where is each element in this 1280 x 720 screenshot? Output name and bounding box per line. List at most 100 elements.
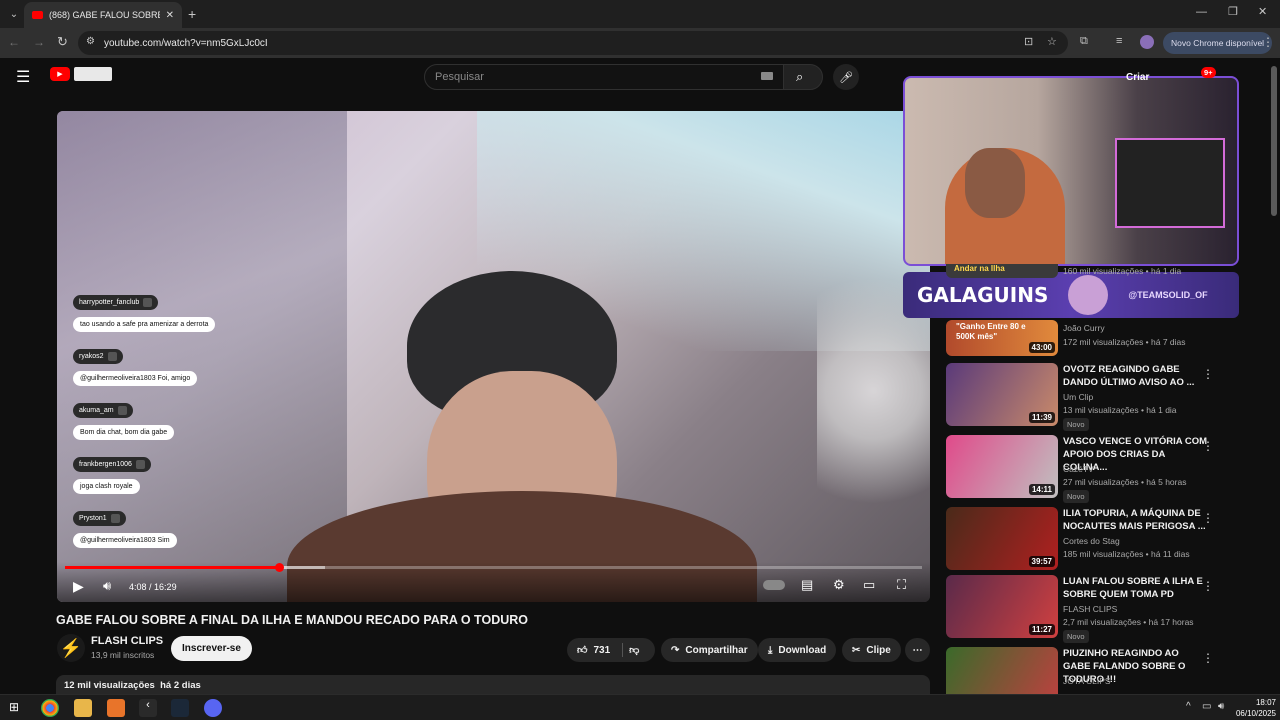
create-button[interactable]: Criar (1126, 66, 1149, 88)
install-app-icon[interactable]: ⊡ (1024, 35, 1033, 48)
forward-icon[interactable]: → (33, 35, 45, 49)
more-actions-button[interactable]: ⋯ (905, 638, 930, 662)
volume-icon[interactable]: 🔊︎ (103, 578, 111, 594)
rec-duration: 11:27 (1028, 624, 1055, 635)
hamburger-menu-icon[interactable]: ☰ (16, 67, 30, 87)
rec-menu-icon[interactable]: ⋮ (1202, 439, 1214, 453)
recommendation-item[interactable]: PIUZINHO REAGINDO AO GABE FALANDO SOBRE … (946, 647, 1246, 694)
posted-date: há 2 dias (160, 680, 201, 691)
share-button[interactable]: ↷ Compartilhar (661, 638, 758, 662)
player-controls: ▶ 🔊︎ 4:08 / 16:29 ▤ ⚙ ▭ ⛶ (57, 562, 930, 602)
subscribe-button[interactable]: Inscrever-se (171, 636, 252, 661)
chrome-menu-icon[interactable]: ⋮ (1262, 35, 1274, 49)
discord-icon[interactable] (204, 699, 222, 717)
progress-scrubber[interactable] (275, 563, 285, 572)
rec-channel[interactable]: João Curry (1063, 323, 1105, 333)
video-player[interactable]: harrypotter_fanclub tao usando a safe pr… (57, 111, 930, 602)
like-dislike-group: 👍︎ 731 👎︎ (567, 638, 655, 662)
minimize-icon[interactable]: — (1196, 6, 1207, 18)
subscribe-label: Inscrever-se (182, 643, 241, 654)
rec-thumbnail: 14:11 (946, 435, 1058, 498)
progress-fill (65, 566, 280, 569)
theater-mode-icon[interactable]: ▭ (863, 577, 875, 593)
clip-button[interactable]: ✂ Clipe (842, 638, 901, 662)
bookmark-star-icon[interactable]: ☆ (1047, 35, 1057, 48)
fullscreen-icon[interactable]: ⛶ (897, 577, 906, 593)
rec-thumbnail: Andar na Ilha (946, 264, 1058, 278)
recommendation-item[interactable]: 11:39 OVOTZ REAGINDO GABE DANDO ÚLTIMO A… (946, 363, 1246, 431)
chat-username: Pryston1 (73, 511, 126, 526)
chat-message: joga clash royale (73, 479, 140, 494)
app-icon[interactable]: ‹ (139, 699, 157, 717)
recommendation-item[interactable]: 39:57 ILIA TOPURIA, A MÁQUINA DE NOCAUTE… (946, 507, 1246, 575)
subtitles-icon[interactable]: ▤ (801, 577, 813, 593)
settings-gear-icon[interactable]: ⚙ (833, 577, 845, 593)
rec-duration: 11:39 (1028, 412, 1055, 423)
youtube-page: ☰ ▶ Pesquisar ⌕ 🎤︎ harrypotter_fanclub t… (0, 58, 1280, 695)
back-icon[interactable]: ← (8, 35, 20, 49)
progress-bar[interactable] (65, 563, 922, 572)
site-info-icon[interactable]: ⚙ (86, 36, 95, 47)
update-chrome-button[interactable]: Novo Chrome disponível (1163, 32, 1273, 54)
scissors-icon: ✂ (852, 644, 861, 656)
pc-setup (1115, 138, 1225, 228)
rec-thumbnail: "Ganho Entre 80 e 500K mês" 43:00 (946, 320, 1058, 356)
new-tab-icon[interactable]: + (188, 6, 196, 22)
download-button[interactable]: ⤓ Download (758, 638, 837, 662)
network-icon[interactable]: ▭ (1202, 701, 1211, 712)
rec-duration: 39:57 (1028, 556, 1055, 567)
recommendation-item[interactable]: "Ganho Entre 80 e 500K mês" 43:00 João C… (946, 320, 1246, 360)
page-scrollbar[interactable] (1271, 66, 1277, 216)
search-button[interactable]: ⌕ (783, 64, 823, 90)
windows-start-icon[interactable]: ⊞ (9, 700, 19, 714)
browser-tab-bar: ⌄ (868) GABE FALOU SOBRE A FINAL ✕ + — ❐… (0, 0, 1280, 28)
steam-icon[interactable] (171, 699, 189, 717)
recommendation-item[interactable]: 14:11 VASCO VENCE O VITÓRIA COM APOIO DO… (946, 435, 1246, 503)
extensions-icon[interactable]: ⧉ (1080, 35, 1088, 48)
streamer-head (965, 148, 1025, 218)
tab-close-icon[interactable]: ✕ (166, 10, 174, 21)
rec-menu-icon[interactable]: ⋮ (1202, 579, 1214, 593)
volume-tray-icon[interactable]: 🔊︎ (1218, 701, 1224, 712)
search-input[interactable]: Pesquisar (424, 64, 784, 90)
rec-menu-icon[interactable]: ⋮ (1202, 367, 1214, 381)
description-box[interactable]: 12 mil visualizações há 2 dias (56, 675, 930, 695)
tab-search-icon[interactable]: ⌄ (6, 6, 22, 22)
rec-menu-icon[interactable]: ⋮ (1202, 651, 1214, 665)
restore-icon[interactable]: ❐ (1228, 5, 1238, 18)
chat-username: frankbergen1006 (73, 457, 151, 472)
chat-badge-icon (135, 460, 145, 469)
notification-badge[interactable]: 9+ (1201, 67, 1216, 78)
app-icon[interactable] (107, 699, 125, 717)
clock[interactable]: 18:07 06/10/2025 (1232, 697, 1276, 719)
rec-channel[interactable]: FLASH CLIPS (1063, 604, 1117, 614)
channel-name[interactable]: FLASH CLIPS (91, 635, 163, 647)
voice-search-button[interactable]: 🎤︎ (833, 64, 859, 90)
file-explorer-icon[interactable] (74, 699, 92, 717)
rec-menu-icon[interactable]: ⋮ (1202, 511, 1214, 525)
url-bar[interactable]: ⚙ youtube.com/watch?v=nm5GxLJc0cI ⊡ ☆ (78, 31, 1068, 55)
reload-icon[interactable]: ↻ (57, 34, 68, 50)
recommendation-item[interactable]: Andar na Ilha 160 mil visualizações • há… (946, 264, 1246, 292)
media-control-icon[interactable]: ≡ (1116, 35, 1122, 47)
close-window-icon[interactable]: ✕ (1258, 5, 1267, 18)
chat-badge-icon (117, 406, 127, 415)
recommendation-item[interactable]: 11:27 LUAN FALOU SOBRE A ILHA E SOBRE QU… (946, 575, 1246, 643)
rec-channel[interactable]: Cortes do Stag (1063, 536, 1120, 546)
rec-channel[interactable]: Um Clip (1063, 392, 1093, 402)
rec-channel[interactable]: CazéTV (1063, 464, 1094, 474)
like-button[interactable]: 👍︎ 731 (577, 644, 610, 657)
chat-username: ryakos2 (73, 349, 123, 364)
tray-chevron-icon[interactable]: ^ (1186, 701, 1191, 712)
rec-channel[interactable]: JOTA CLIPS (1063, 676, 1111, 686)
youtube-logo[interactable]: ▶ (50, 67, 112, 81)
chrome-app-icon[interactable] (41, 699, 59, 717)
keyboard-icon[interactable] (761, 72, 773, 80)
rec-thumbnail: 39:57 (946, 507, 1058, 570)
channel-avatar[interactable]: ⚡ (57, 634, 85, 662)
browser-tab-active[interactable]: (868) GABE FALOU SOBRE A FINAL ✕ (24, 2, 182, 28)
play-icon[interactable]: ▶ (73, 578, 84, 595)
autoplay-toggle[interactable] (763, 580, 785, 590)
dislike-button[interactable]: 👎︎ (629, 644, 639, 656)
profile-avatar[interactable] (1140, 35, 1154, 49)
